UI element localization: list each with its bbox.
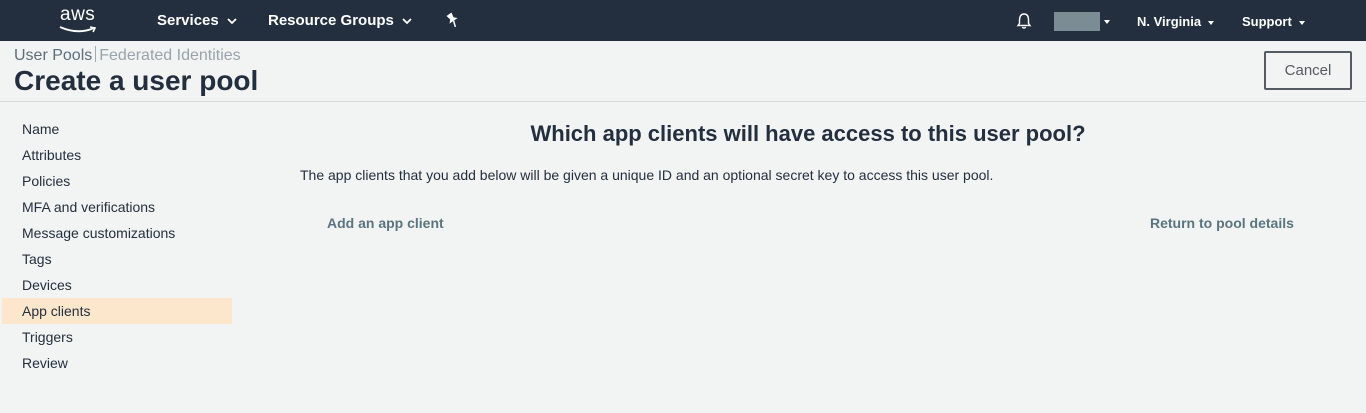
page-title: Create a user pool xyxy=(14,65,259,96)
breadcrumb: User Pools Federated Identities xyxy=(14,46,241,65)
breadcrumb-federated-identities[interactable]: Federated Identities xyxy=(99,47,240,64)
account-menu[interactable] xyxy=(1054,12,1110,32)
caret-down-icon xyxy=(1104,19,1110,24)
chevron-down-icon xyxy=(227,18,237,25)
sidebar-item-review[interactable]: Review xyxy=(0,350,234,376)
aws-logo-text: aws xyxy=(60,4,96,25)
sidebar-item-attributes[interactable]: Attributes xyxy=(0,142,234,168)
cancel-button[interactable]: Cancel xyxy=(1264,51,1352,90)
sidebar-item-policies[interactable]: Policies xyxy=(0,168,234,194)
aws-smile-icon xyxy=(59,26,97,33)
account-name-redacted xyxy=(1054,12,1100,31)
pin-icon[interactable] xyxy=(446,12,460,28)
caret-down-icon xyxy=(1298,20,1305,25)
sidebar-item-mfa-and-verifications[interactable]: MFA and verifications xyxy=(0,194,234,220)
aws-logo[interactable]: aws xyxy=(56,4,104,36)
services-menu[interactable]: Services xyxy=(157,12,237,29)
chevron-down-icon xyxy=(402,18,412,25)
sidebar-item-triggers[interactable]: Triggers xyxy=(0,324,234,350)
section-heading: Which app clients will have access to th… xyxy=(530,121,1086,146)
support-label: Support xyxy=(1242,14,1292,29)
region-label: N. Virginia xyxy=(1137,14,1202,29)
resource-groups-label: Resource Groups xyxy=(268,12,394,29)
support-menu[interactable]: Support xyxy=(1242,14,1305,29)
page-header: User Pools Federated Identities Create a … xyxy=(0,41,1366,102)
sidebar-item-devices[interactable]: Devices xyxy=(0,272,234,298)
sidebar-item-tags[interactable]: Tags xyxy=(0,246,234,272)
region-menu[interactable]: N. Virginia xyxy=(1137,14,1215,29)
sidebar-item-app-clients[interactable]: App clients xyxy=(2,298,232,324)
wizard-step-sidebar: Name Attributes Policies MFA and verific… xyxy=(0,116,234,376)
sidebar-item-message-customizations[interactable]: Message customizations xyxy=(0,220,234,246)
services-label: Services xyxy=(157,12,219,29)
bell-icon[interactable] xyxy=(1015,12,1033,30)
section-description: The app clients that you add below will … xyxy=(300,167,994,183)
return-to-pool-details-link[interactable]: Return to pool details xyxy=(1150,215,1294,231)
caret-down-icon xyxy=(1208,20,1215,25)
resource-groups-menu[interactable]: Resource Groups xyxy=(268,12,412,29)
top-navigation-bar: aws Services Resource Groups N. Virginia… xyxy=(0,0,1366,41)
add-app-client-link[interactable]: Add an app client xyxy=(327,215,444,231)
breadcrumb-user-pools[interactable]: User Pools xyxy=(14,47,92,64)
breadcrumb-divider xyxy=(95,46,97,62)
sidebar-item-name[interactable]: Name xyxy=(0,116,234,142)
